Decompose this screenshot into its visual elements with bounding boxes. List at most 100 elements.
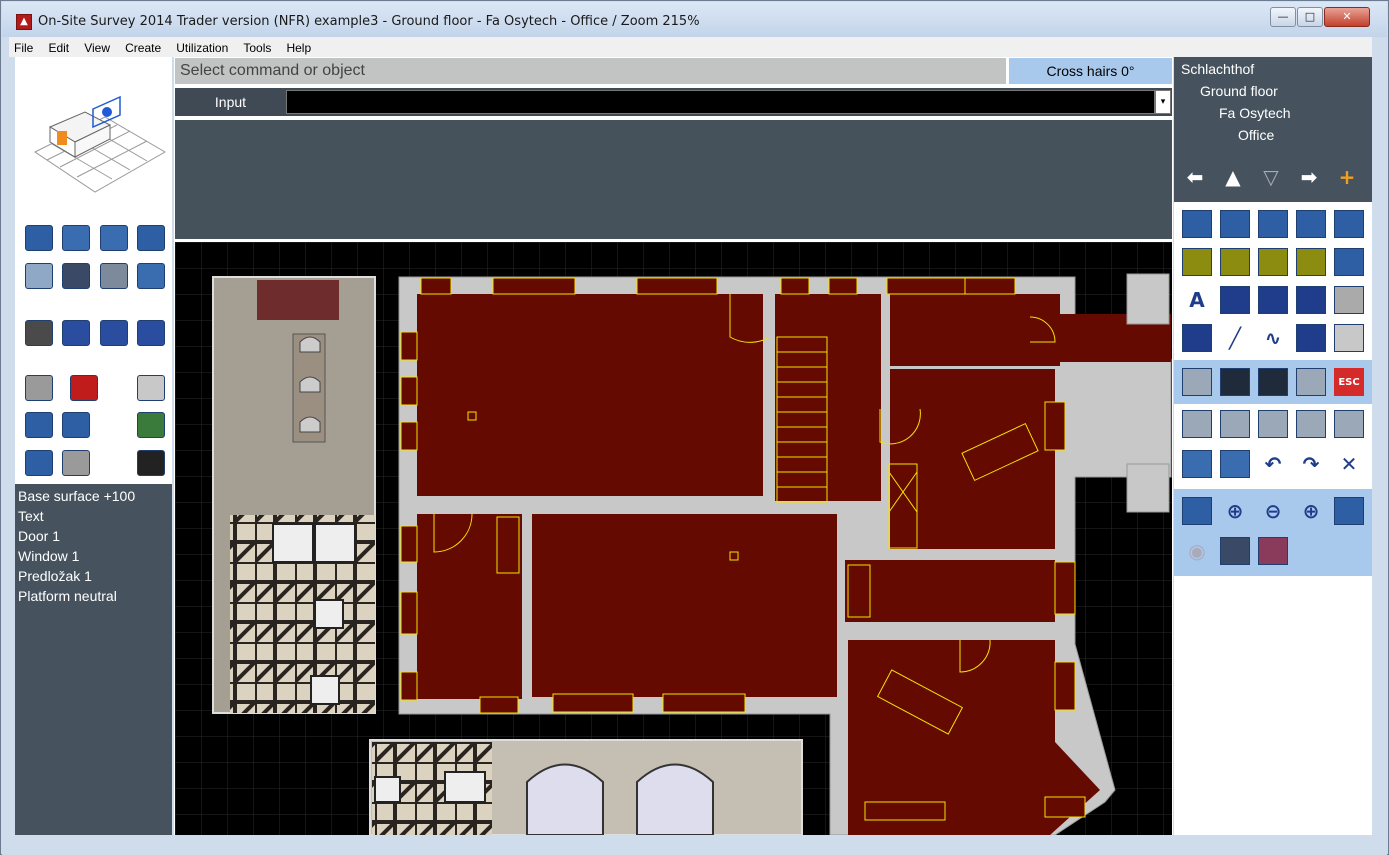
traffic-light-icon[interactable] — [62, 450, 90, 476]
add-house-icon[interactable] — [1334, 248, 1364, 276]
resize-icon[interactable] — [1334, 410, 1364, 438]
eraser-icon[interactable] — [25, 375, 53, 401]
transfer-icon[interactable] — [1220, 450, 1250, 478]
crosshairs-status[interactable]: Cross hairs 0° — [1009, 58, 1172, 84]
basin-icon[interactable] — [1296, 248, 1326, 276]
eye-icon[interactable]: ◉ — [1182, 537, 1212, 565]
collapse-icon[interactable] — [62, 412, 90, 438]
import-icon[interactable] — [1182, 410, 1212, 438]
checklist-icon[interactable] — [137, 412, 165, 438]
zoom-out-3d-icon[interactable] — [25, 225, 53, 251]
audio-notes-icon[interactable] — [62, 320, 90, 346]
add-slanted-icon[interactable] — [1258, 210, 1288, 238]
pencil-icon[interactable] — [1258, 286, 1288, 314]
input-label: Input — [214, 94, 247, 110]
tree-node[interactable]: Ground floor — [1200, 83, 1278, 99]
minimize-button[interactable]: — — [1270, 7, 1296, 27]
polyline-icon[interactable] — [1296, 324, 1326, 352]
curve-icon[interactable]: ∿ — [1258, 324, 1288, 352]
layer-item[interactable]: Door 1 — [15, 526, 172, 546]
add-remove-icon[interactable] — [1296, 210, 1326, 238]
zoom-tools: ⊕ ⊖ ⊕ ◉ — [1174, 489, 1372, 576]
tree-node[interactable]: Office — [1238, 127, 1274, 143]
save-icon[interactable] — [137, 450, 165, 476]
laser-device-icon[interactable] — [70, 375, 98, 401]
add-room-icon[interactable] — [1182, 210, 1212, 238]
zoom-in-3d-icon[interactable] — [137, 225, 165, 251]
add-surface-icon[interactable] — [1220, 210, 1250, 238]
menu-create[interactable]: Create — [120, 39, 166, 58]
measure-yellow-icon[interactable] — [1220, 368, 1250, 396]
move-icon[interactable] — [1182, 450, 1212, 478]
command-input[interactable] — [286, 90, 1155, 114]
building-icon[interactable] — [1334, 286, 1364, 314]
title-bar[interactable]: ▲ On-Site Survey 2014 Trader version (NF… — [2, 2, 1387, 37]
window-icon[interactable] — [1182, 248, 1212, 276]
measure-split-icon[interactable] — [1258, 368, 1288, 396]
menu-help[interactable]: Help — [281, 39, 316, 58]
app-icon: ▲ — [16, 14, 32, 30]
delete-icon[interactable]: ✕ — [1334, 450, 1364, 478]
shrink-icon[interactable] — [1182, 497, 1212, 525]
menu-view[interactable]: View — [79, 39, 115, 58]
layer-item[interactable]: Base surface +100 — [15, 486, 172, 506]
zoom-in-icon[interactable]: ⊕ — [1220, 497, 1250, 525]
maximize-button[interactable]: □ — [1297, 7, 1323, 27]
tree-node[interactable]: Schlachthof — [1181, 61, 1254, 77]
pen-ruler-icon[interactable] — [1220, 286, 1250, 314]
chevron-down-icon[interactable]: ▾ — [1155, 90, 1171, 114]
stairs-icon[interactable] — [1296, 286, 1326, 314]
menu-file[interactable]: File — [9, 39, 38, 58]
left-panel: Base surface +100 Text Door 1 Window 1 P… — [15, 57, 172, 835]
layer-item[interactable]: Text — [15, 506, 172, 526]
close-button[interactable]: ✕ — [1324, 7, 1370, 27]
text-icon[interactable]: A — [1182, 286, 1212, 314]
menu-edit[interactable]: Edit — [43, 39, 74, 58]
undo-icon[interactable]: ↶ — [1258, 450, 1288, 478]
menu-utilization[interactable]: Utilization — [171, 39, 233, 58]
arrow-down-icon[interactable]: ▽ — [1256, 163, 1286, 191]
panel-icon[interactable] — [1258, 248, 1288, 276]
layer-item[interactable]: Predložak 1 — [15, 566, 172, 586]
zoom-plus-icon[interactable]: ⊕ — [1296, 497, 1326, 525]
timer-camera-icon[interactable] — [137, 320, 165, 346]
redo-icon[interactable]: ↷ — [1296, 450, 1326, 478]
measure-gray-icon[interactable] — [1182, 368, 1212, 396]
camera-icon[interactable] — [25, 320, 53, 346]
layers-color-icon[interactable] — [1258, 537, 1288, 565]
zoom-fit-icon[interactable] — [137, 263, 165, 289]
cube-front-icon[interactable] — [62, 225, 90, 251]
add-level-icon[interactable]: + — [1332, 163, 1362, 191]
cube-outline-icon[interactable] — [100, 225, 128, 251]
layer-item[interactable]: Platform neutral — [15, 586, 172, 606]
rotate-icon[interactable] — [25, 263, 53, 289]
arrow-up-icon[interactable]: ▲ — [1218, 163, 1248, 191]
floor-plan-canvas[interactable] — [175, 242, 1172, 836]
fill-icon[interactable] — [1334, 324, 1364, 352]
layer-item[interactable]: Window 1 — [15, 546, 172, 566]
menu-tools[interactable]: Tools — [238, 39, 276, 58]
add-roof-icon[interactable] — [1334, 210, 1364, 238]
3d-preview[interactable] — [15, 57, 172, 215]
cube-solid-icon[interactable] — [100, 263, 128, 289]
dimension-icon[interactable] — [1182, 324, 1212, 352]
arrow-left-icon[interactable]: ⬅ — [1180, 163, 1210, 191]
tree-node[interactable]: Fa Osytech — [1219, 105, 1291, 121]
door-icon[interactable] — [1220, 248, 1250, 276]
command-prompt: Select command or object — [175, 58, 1006, 84]
grid-spacing-icon[interactable] — [1220, 537, 1250, 565]
zoom-minus-icon[interactable]: ⊖ — [1258, 497, 1288, 525]
swap-icon[interactable] — [25, 412, 53, 438]
copy-add-icon[interactable] — [1258, 410, 1288, 438]
line-icon[interactable]: ╱ — [1220, 324, 1250, 352]
arrow-right-icon[interactable]: ➡ — [1294, 163, 1324, 191]
view-3d-icon[interactable] — [62, 263, 90, 289]
expand-icon[interactable] — [1334, 497, 1364, 525]
mirror-icon[interactable] — [1296, 410, 1326, 438]
video-icon[interactable] — [100, 320, 128, 346]
layer-list-icon[interactable] — [25, 450, 53, 476]
esc-icon[interactable]: ESC — [1334, 368, 1364, 396]
spray-icon[interactable] — [137, 375, 165, 401]
export-icon[interactable] — [1220, 410, 1250, 438]
cancel-gray-icon[interactable] — [1296, 368, 1326, 396]
